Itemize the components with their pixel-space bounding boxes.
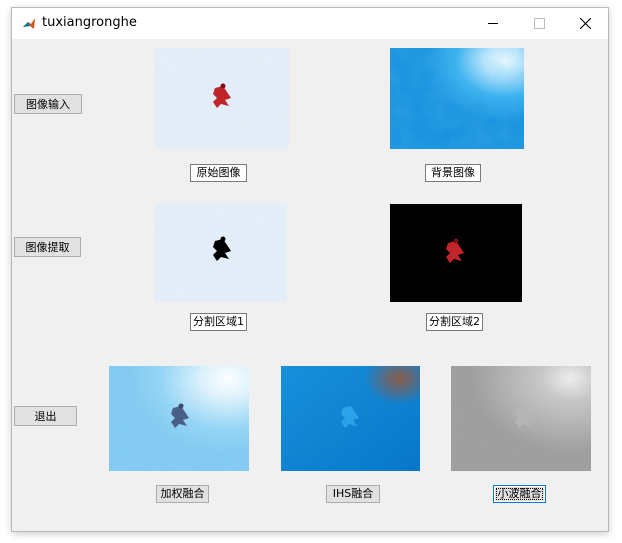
background-image-label: 背景图像 bbox=[425, 164, 481, 182]
wavelet-fusion-image bbox=[451, 366, 591, 471]
minimize-button[interactable] bbox=[470, 8, 516, 39]
maximize-icon bbox=[534, 18, 545, 29]
wavelet-fusion-button[interactable]: 小波融合 bbox=[493, 485, 546, 503]
background-image bbox=[390, 48, 524, 149]
title-bar: tuxiangronghe bbox=[12, 8, 608, 39]
exit-button[interactable]: 退出 bbox=[14, 406, 77, 426]
minimize-icon bbox=[488, 23, 498, 24]
ihs-fusion-image bbox=[281, 366, 420, 471]
image-extract-button[interactable]: 图像提取 bbox=[14, 237, 81, 257]
region1-label: 分割区域1 bbox=[190, 313, 247, 331]
matlab-icon bbox=[21, 16, 37, 32]
maximize-button[interactable] bbox=[516, 8, 562, 39]
region1-image bbox=[155, 203, 287, 302]
weighted-fusion-button[interactable]: 加权融合 bbox=[156, 485, 209, 503]
close-icon bbox=[580, 18, 591, 29]
close-button[interactable] bbox=[562, 8, 608, 39]
original-image-label: 原始图像 bbox=[190, 164, 247, 182]
ihs-fusion-button[interactable]: IHS融合 bbox=[326, 485, 380, 503]
region2-image bbox=[390, 204, 522, 302]
region2-label: 分割区域2 bbox=[426, 313, 483, 331]
weighted-fusion-image bbox=[109, 366, 249, 471]
app-window: tuxiangronghe 图像输入 图像提取 退出 原始图像 背景图像 分割区… bbox=[12, 8, 608, 531]
original-image bbox=[155, 48, 289, 149]
image-input-button[interactable]: 图像输入 bbox=[14, 94, 82, 114]
window-title: tuxiangronghe bbox=[42, 15, 137, 30]
